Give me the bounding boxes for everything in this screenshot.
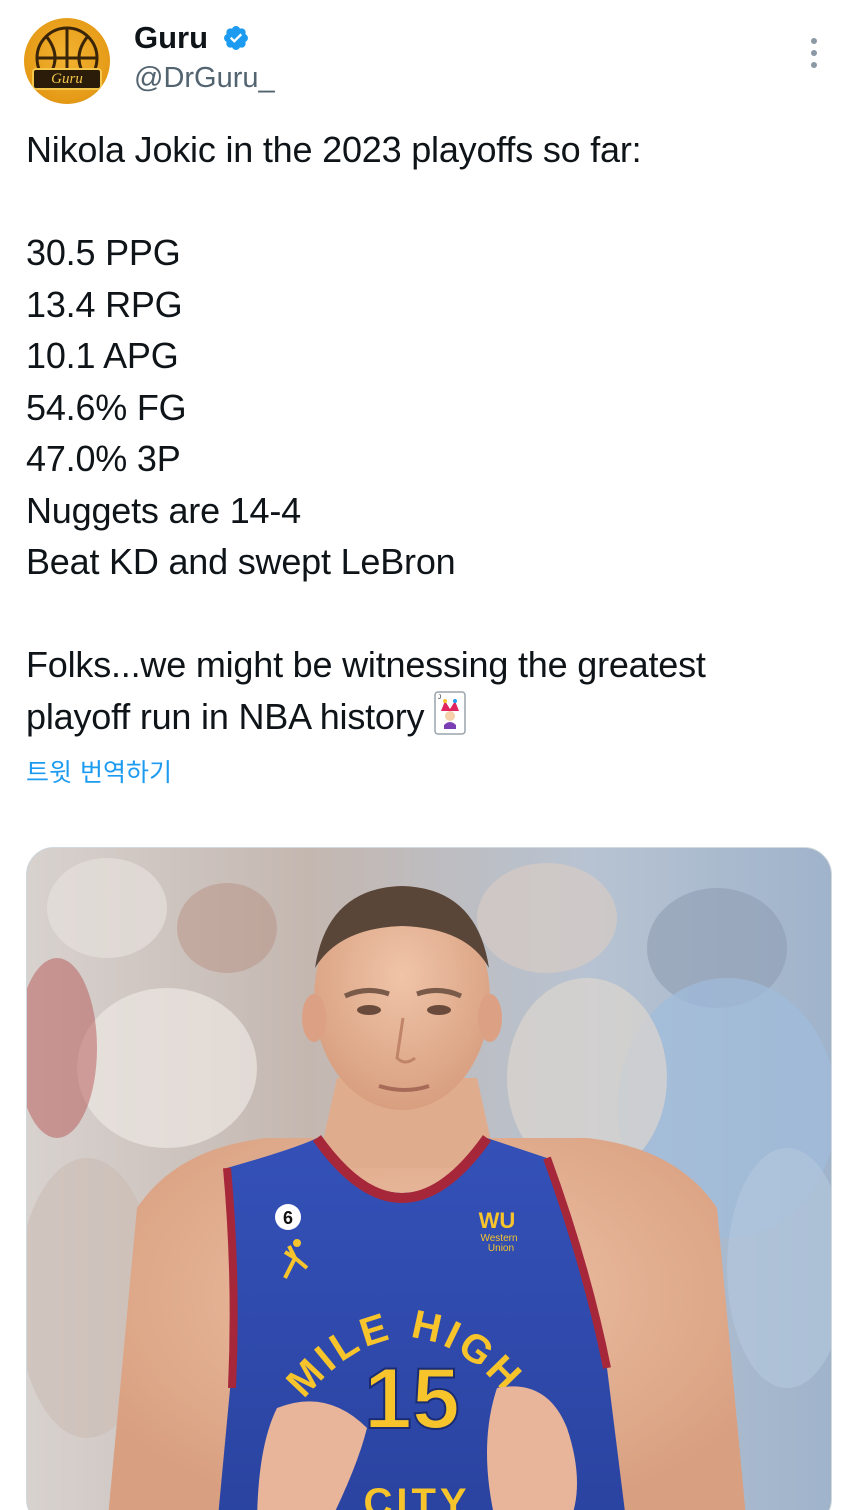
- tweet-line: Nuggets are 14-4: [26, 489, 301, 531]
- joker-card-icon: J: [434, 690, 467, 735]
- author-handle[interactable]: @DrGuru_: [134, 60, 275, 96]
- avatar[interactable]: Guru: [24, 18, 110, 104]
- jersey-number: 15: [364, 1351, 460, 1447]
- basketball-icon: [35, 26, 99, 90]
- more-options-icon[interactable]: [800, 36, 828, 70]
- jersey-bottom-text: CITY: [363, 1481, 470, 1510]
- translate-tweet-link[interactable]: 트윗 번역하기: [26, 756, 172, 790]
- tweet-line: 54.6% FG: [26, 386, 187, 428]
- jersey-patch-number: 6: [283, 1208, 293, 1228]
- tweet-line: Beat KD and swept LeBron: [26, 541, 456, 582]
- tweet-photo[interactable]: 6 WU Western Union MILE HIGH 15 CITY: [26, 847, 832, 1510]
- tweet-line: 13.4 RPG: [26, 283, 183, 325]
- tweet-line: 47.0% 3P: [26, 438, 181, 479]
- display-name[interactable]: Guru: [134, 20, 208, 56]
- sponsor-logo: WU: [479, 1208, 516, 1233]
- tweet: Guru Guru @DrGuru_ Nikola Jokic in the 2…: [0, 0, 850, 1510]
- tweet-text: Nikola Jokic in the 2023 playoffs so far…: [26, 124, 826, 742]
- player-photo: 6 WU Western Union MILE HIGH 15 CITY: [27, 848, 831, 1510]
- avatar-badge: Guru: [32, 68, 102, 90]
- sponsor-text-2: Union: [488, 1243, 514, 1254]
- tweet-line: 10.1 APG: [26, 335, 179, 376]
- tweet-line: 30.5 PPG: [26, 232, 181, 273]
- svg-text:J: J: [438, 695, 441, 701]
- tweet-line: Nikola Jokic in the 2023 playoffs so far…: [26, 129, 642, 170]
- tweet-line-text: playoff run in NBA history: [26, 695, 425, 737]
- verified-badge-icon: [224, 26, 248, 50]
- tweet-line-last: playoff run in NBA history J: [26, 690, 826, 743]
- tweet-line: Folks...we might be witnessing the great…: [26, 644, 706, 685]
